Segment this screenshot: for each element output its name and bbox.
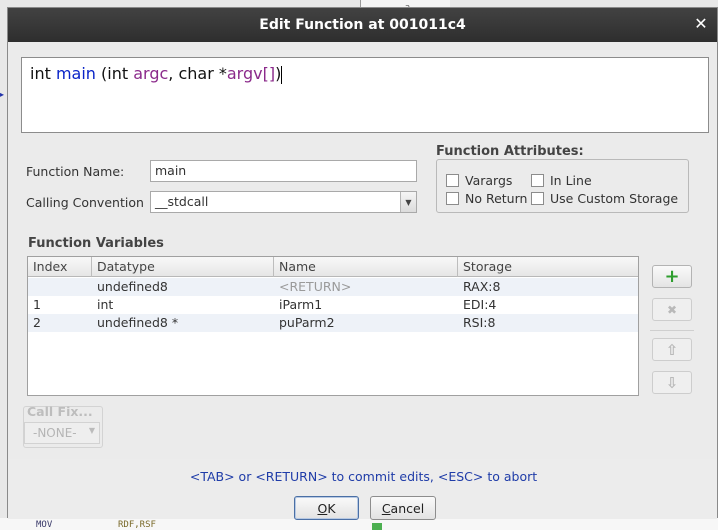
checkbox-box[interactable] [446, 192, 459, 205]
in-line-label: In Line [550, 173, 592, 188]
calling-convention-value: __stdcall [155, 194, 209, 209]
move-up-button[interactable]: ⇧ [652, 338, 692, 361]
ok-mnemonic: O [317, 500, 328, 516]
cell-storage[interactable]: RAX:8 [458, 278, 500, 296]
signature-editor[interactable]: int main (int argc, char *argv[]) [21, 57, 709, 133]
signature-open-paren: ( [95, 64, 108, 83]
cell-index [28, 278, 33, 296]
cell-name[interactable]: <RETURN> [274, 278, 351, 296]
function-variables-title: Function Variables [28, 236, 164, 251]
background-marker: ▸ [0, 90, 5, 99]
column-header-datatype[interactable]: Datatype [92, 257, 274, 277]
checkbox-box[interactable] [531, 192, 544, 205]
table-row[interactable]: 2 undefined8 * puParm2 RSI:8 [28, 314, 638, 332]
call-fixup-title: Call Fix... [27, 404, 93, 419]
background-listing [0, 518, 718, 530]
column-header-storage[interactable]: Storage [458, 257, 638, 277]
signature-param2-name: argv[] [226, 64, 276, 83]
move-down-button[interactable]: ⇩ [652, 371, 692, 394]
no-return-label: No Return [465, 191, 528, 206]
custom-storage-checkbox[interactable]: Use Custom Storage [531, 191, 678, 206]
ok-button[interactable]: OK [294, 496, 359, 520]
delete-icon: ✖ [666, 302, 678, 317]
table-row[interactable]: 1 int iParm1 EDI:4 [28, 296, 638, 314]
cancel-mnemonic: C [381, 500, 391, 516]
column-header-index[interactable]: Index [28, 257, 92, 277]
function-name-field[interactable]: main [150, 160, 417, 182]
custom-storage-label: Use Custom Storage [550, 191, 679, 206]
remove-variable-button[interactable]: ✖ [652, 298, 692, 321]
calling-convention-label: Calling Convention [26, 195, 144, 210]
cell-index: 1 [33, 297, 41, 312]
plus-icon: + [664, 266, 680, 287]
in-line-checkbox[interactable]: In Line [531, 173, 592, 188]
signature-return-type: int [30, 64, 51, 83]
arrow-up-icon: ⇧ [665, 340, 679, 359]
cell-storage[interactable]: EDI:4 [458, 296, 496, 314]
cell-datatype[interactable]: undefined8 * [92, 314, 178, 332]
arrow-down-icon: ⇩ [665, 373, 679, 392]
signature-param1-name: argc [133, 64, 169, 83]
cell-name[interactable]: iParm1 [274, 296, 322, 314]
varargs-label: Varargs [465, 173, 513, 188]
dialog-footer [8, 459, 717, 519]
signature-function-name: main [55, 64, 96, 83]
call-fixup-select[interactable]: -NONE- ▼ [24, 422, 100, 444]
function-attributes-title: Function Attributes: [436, 144, 584, 159]
ok-label: K [327, 500, 336, 516]
cell-name[interactable]: puParm2 [274, 314, 335, 332]
table-row[interactable]: undefined8 <RETURN> RAX:8 [28, 278, 638, 296]
signature-separator: , [168, 64, 179, 83]
cell-storage[interactable]: RSI:8 [458, 314, 495, 332]
text-caret [281, 65, 283, 84]
varargs-checkbox[interactable]: Varargs [446, 173, 512, 188]
dialog-title: Edit Function at 001011c4 [259, 17, 466, 33]
cell-datatype[interactable]: undefined8 [92, 278, 168, 296]
signature-param2-type: char * [178, 64, 227, 83]
checkbox-box[interactable] [446, 174, 459, 187]
variables-table: Index Datatype Name Storage undefined8 <… [27, 256, 639, 396]
dialog-titlebar[interactable]: Edit Function at 001011c4 ✕ [8, 8, 717, 42]
close-icon[interactable]: ✕ [693, 16, 709, 32]
no-return-checkbox[interactable]: No Return [446, 191, 527, 206]
divider [650, 330, 694, 331]
column-header-name[interactable]: Name [274, 257, 458, 277]
function-name-label: Function Name: [26, 164, 125, 179]
add-variable-button[interactable]: + [652, 265, 692, 288]
table-header: Index Datatype Name Storage [28, 257, 638, 277]
chevron-down-icon: ▼ [88, 426, 95, 435]
calling-convention-select[interactable]: __stdcall ▼ [150, 191, 417, 213]
background-mnemonic: MOV [36, 520, 53, 530]
cell-datatype[interactable]: int [92, 296, 113, 314]
edit-function-dialog: Edit Function at 001011c4 ✕ int main (in… [7, 7, 718, 520]
cancel-button[interactable]: Cancel [370, 496, 436, 520]
background-operand: RDF,RSF [118, 520, 156, 530]
background-indicator [372, 523, 382, 530]
call-fixup-value: -NONE- [33, 426, 77, 440]
chevron-down-icon[interactable]: ▼ [400, 192, 416, 212]
status-message: <TAB> or <RETURN> to commit edits, <ESC>… [189, 469, 538, 484]
cell-index: 2 [33, 315, 41, 330]
cancel-label: ancel [390, 500, 425, 516]
checkbox-box[interactable] [531, 174, 544, 187]
signature-param1-type: int [107, 64, 134, 83]
